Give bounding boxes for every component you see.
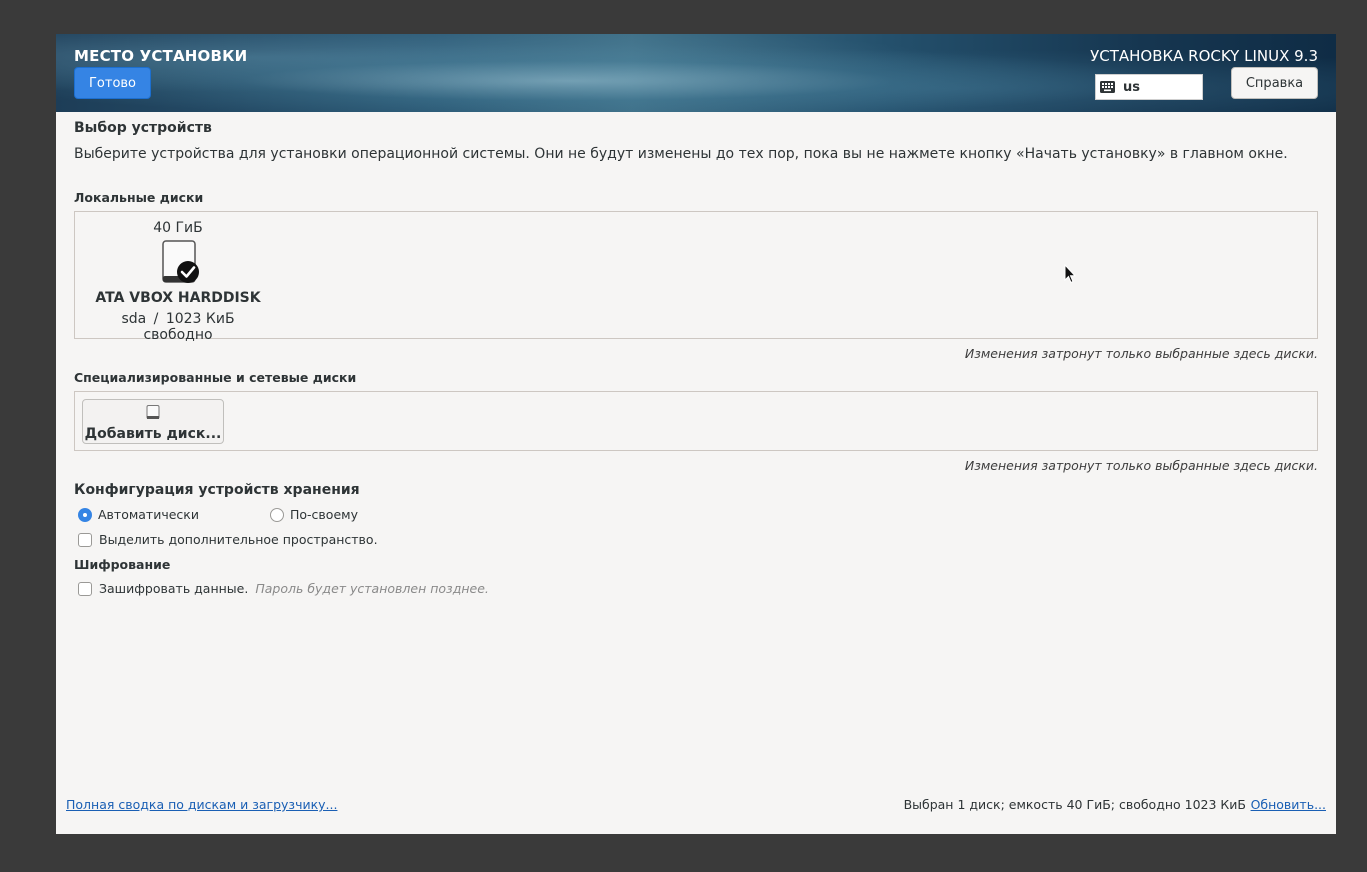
- disk-selection-status: Выбран 1 диск; емкость 40 ГиБ; свободно …: [903, 797, 1246, 812]
- custom-radio[interactable]: [270, 507, 284, 522]
- reclaim-space-label: Выделить дополнительное пространство.: [99, 532, 378, 547]
- device-selection-title: Выбор устройств: [74, 120, 212, 136]
- help-button[interactable]: Справка: [1231, 67, 1318, 99]
- disk-size: 40 ГиБ: [153, 220, 203, 236]
- done-button[interactable]: Готово: [74, 67, 151, 99]
- keyboard-layout-label: us: [1123, 79, 1140, 95]
- encrypt-hint: Пароль будет установлен позднее.: [255, 581, 489, 596]
- auto-radio-label: Автоматически: [98, 507, 199, 522]
- auto-radio-option[interactable]: Автоматически: [78, 507, 199, 522]
- encrypt-label: Зашифровать данные.: [99, 581, 249, 596]
- disk-device: sda: [121, 311, 147, 327]
- full-disk-summary-link[interactable]: Полная сводка по дискам и загрузчику...: [66, 797, 337, 812]
- storage-config-title: Конфигурация устройств хранения: [74, 482, 360, 498]
- encryption-title: Шифрование: [74, 557, 171, 572]
- custom-radio-label: По-своему: [290, 507, 358, 522]
- disk-sda[interactable]: 40 ГиБ ATA VBOX HARDDISK sda / 1023 КиБ …: [85, 217, 271, 343]
- page-title: МЕСТО УСТАНОВКИ: [74, 47, 248, 65]
- disk-separator: /: [153, 311, 159, 327]
- disk-icon: [146, 405, 160, 419]
- installer-window: МЕСТО УСТАНОВКИ Готово УСТАНОВКА ROCKY L…: [56, 34, 1336, 834]
- keyboard-layout-indicator[interactable]: us: [1095, 74, 1203, 100]
- custom-radio-option[interactable]: По-своему: [270, 507, 358, 522]
- local-disks-title: Локальные диски: [74, 190, 204, 205]
- reclaim-space-checkbox[interactable]: [78, 532, 92, 547]
- encrypt-option[interactable]: Зашифровать данные. Пароль будет установ…: [78, 581, 489, 596]
- specialized-disks-panel: Добавить диск...: [74, 391, 1318, 451]
- add-disk-button[interactable]: Добавить диск...: [82, 399, 224, 444]
- specialized-disks-note: Изменения затронут только выбранные здес…: [964, 458, 1318, 473]
- harddisk-icon: [156, 240, 200, 286]
- auto-radio[interactable]: [78, 507, 92, 522]
- disk-name: ATA VBOX HARDDISK: [95, 290, 261, 306]
- mouse-cursor-icon: [1064, 264, 1076, 284]
- add-disk-label: Добавить диск...: [84, 426, 222, 442]
- specialized-disks-title: Специализированные и сетевые диски: [74, 370, 357, 385]
- keyboard-icon: [1100, 81, 1115, 93]
- header-bar: МЕСТО УСТАНОВКИ Готово УСТАНОВКА ROCKY L…: [56, 34, 1336, 112]
- refresh-link[interactable]: Обновить...: [1251, 797, 1326, 812]
- product-title: УСТАНОВКА ROCKY LINUX 9.3: [1090, 47, 1318, 65]
- device-selection-description: Выберите устройства для установки операц…: [74, 146, 1288, 162]
- disk-details: sda / 1023 КиБ свободно: [85, 311, 271, 343]
- encrypt-checkbox[interactable]: [78, 581, 92, 596]
- local-disks-panel: 40 ГиБ ATA VBOX HARDDISK sda / 1023 КиБ …: [74, 211, 1318, 343]
- reclaim-space-option[interactable]: Выделить дополнительное пространство.: [78, 532, 378, 547]
- local-disks-note: Изменения затронут только выбранные здес…: [964, 346, 1318, 361]
